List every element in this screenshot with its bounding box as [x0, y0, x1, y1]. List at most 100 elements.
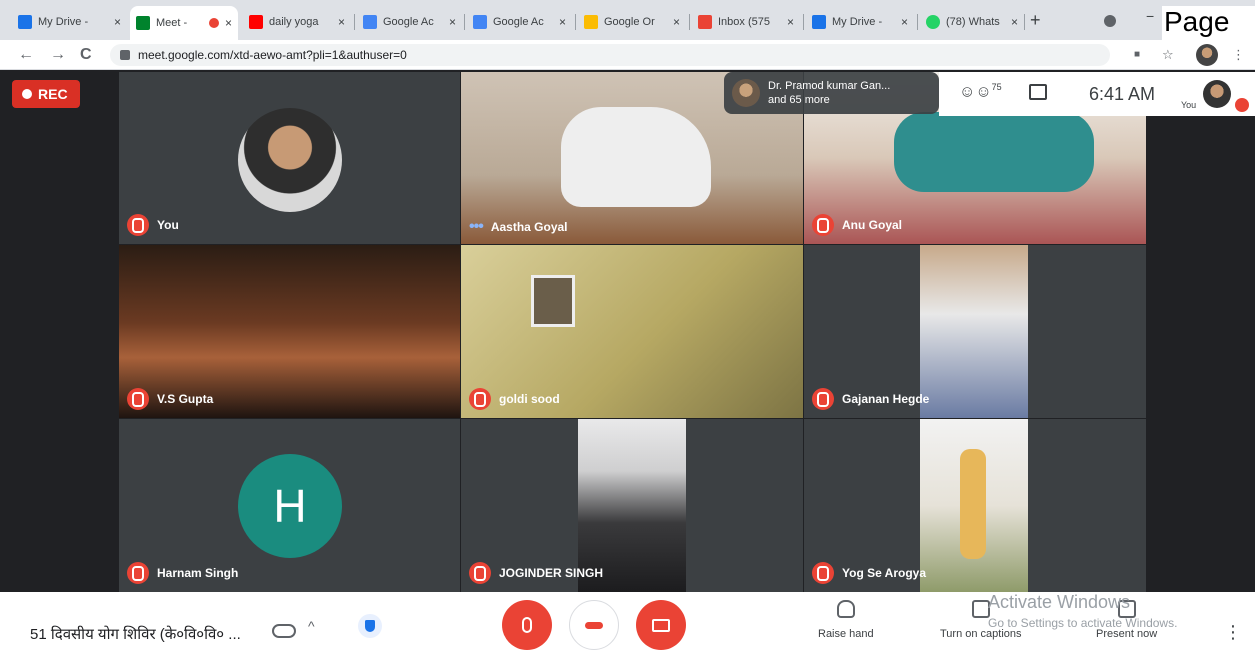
browser-tab-strip: My Drive - × Meet - × daily yoga × Googl… — [0, 0, 1255, 70]
tab-separator — [354, 14, 355, 30]
tab-meet[interactable]: Meet - × — [130, 6, 238, 40]
tab-separator — [689, 14, 690, 30]
tab-label: Inbox (575 — [718, 16, 770, 28]
close-icon[interactable]: × — [225, 16, 232, 30]
tab-separator — [464, 14, 465, 30]
meeting-clock: 6:41 AM — [1089, 84, 1156, 104]
close-icon[interactable]: × — [673, 15, 680, 29]
mic-off-icon — [127, 562, 149, 584]
close-icon[interactable]: × — [787, 15, 794, 29]
participant-name: V.S Gupta — [157, 392, 214, 406]
rec-label: REC — [38, 86, 68, 102]
others-count: and 65 more — [768, 94, 830, 106]
profile-avatar[interactable] — [1196, 44, 1218, 66]
url-field[interactable]: meet.google.com/xtd-aewo-amt?pli=1&authu… — [110, 44, 1110, 66]
hang-up-icon — [585, 621, 603, 629]
tab-google-or[interactable]: Google Or × — [578, 8, 686, 36]
recording-dot-icon — [208, 18, 219, 28]
more-options-icon[interactable]: ⋮ — [1224, 622, 1242, 643]
tile-name: Yog Se Arogya — [812, 562, 926, 584]
mic-off-icon — [812, 562, 834, 584]
speaker-summary-text: Dr. Pramod kumar Gan... and 65 more — [768, 79, 890, 107]
tab-my-drive[interactable]: My Drive - × — [12, 8, 127, 36]
camera-toggle-button[interactable] — [636, 600, 686, 650]
google-ads-icon — [584, 15, 598, 29]
tab-label: My Drive - — [38, 16, 89, 28]
raise-hand-button[interactable]: Raise hand — [818, 600, 874, 640]
tile-name: Harnam Singh — [127, 562, 238, 584]
meet-icon — [136, 16, 150, 30]
browser-menu-icon[interactable]: ⋮ — [1232, 47, 1245, 63]
record-dot-icon — [22, 89, 32, 99]
participant-name: Aastha Goyal — [490, 220, 568, 234]
participant-tile-gajanan[interactable]: Gajanan Hegde — [804, 245, 1146, 418]
google-icon — [473, 15, 487, 29]
microphone-toggle-button[interactable] — [502, 600, 552, 650]
people-button[interactable]: ☺☺75 — [959, 82, 1002, 101]
tab-label: Google Or — [604, 16, 655, 28]
forward-icon[interactable]: → — [50, 46, 66, 64]
wall-frame — [531, 275, 575, 327]
tab-whatsapp[interactable]: (78) Whats × — [920, 8, 1024, 36]
self-view-avatar[interactable] — [1203, 80, 1231, 108]
participant-tile-you[interactable]: You — [119, 72, 460, 244]
close-icon[interactable]: × — [338, 15, 345, 29]
participant-tile-vs-gupta[interactable]: V.S Gupta — [119, 245, 460, 418]
link-icon[interactable] — [272, 624, 296, 638]
tile-name: ••• Aastha Goyal — [469, 218, 568, 236]
tab-separator — [917, 14, 918, 30]
tab-daily-yoga[interactable]: daily yoga × — [243, 8, 351, 36]
tile-name: V.S Gupta — [127, 388, 213, 410]
participant-name: You — [157, 218, 179, 232]
speaker-avatar — [732, 79, 760, 107]
leave-call-button[interactable] — [569, 600, 619, 650]
mic-off-icon — [127, 388, 149, 410]
close-icon[interactable]: × — [114, 15, 121, 29]
participant-tile-joginder[interactable]: JOGINDER SINGH — [461, 419, 803, 592]
new-tab-button[interactable]: + — [1030, 10, 1041, 31]
close-icon[interactable]: × — [559, 15, 566, 29]
raise-hand-label: Raise hand — [818, 628, 874, 640]
participant-tile-yog[interactable]: Yog Se Arogya — [804, 419, 1146, 592]
close-icon[interactable]: × — [901, 15, 908, 29]
tile-name: Gajanan Hegde — [812, 388, 929, 410]
extension-icon[interactable] — [1104, 15, 1116, 27]
reload-icon[interactable]: C — [80, 46, 92, 64]
host-controls-shield-icon[interactable] — [358, 614, 382, 638]
close-icon[interactable]: × — [1011, 15, 1018, 29]
speaker-name: Dr. Pramod kumar Gan... — [768, 80, 891, 92]
chat-icon[interactable] — [1029, 84, 1047, 100]
url-text: meet.google.com/xtd-aewo-amt?pli=1&authu… — [138, 48, 407, 62]
participant-tile-goldi[interactable]: goldi sood — [461, 245, 803, 418]
gmail-icon — [698, 15, 712, 29]
tab-label: My Drive - — [832, 16, 883, 28]
meeting-title[interactable]: 51 दिवसीय योग शिविर (के०वि०वि० ... — [30, 624, 241, 644]
youtube-icon — [249, 15, 263, 29]
participant-name: JOGINDER SINGH — [499, 566, 604, 580]
back-icon[interactable]: ← — [18, 46, 34, 64]
tab-label: Meet - — [156, 17, 188, 29]
tab-my-drive-2[interactable]: My Drive - × — [806, 8, 914, 36]
whatsapp-icon — [926, 15, 940, 29]
tab-inbox[interactable]: Inbox (575 × — [692, 8, 800, 36]
close-icon[interactable]: × — [449, 15, 456, 29]
participant-avatar-letter: H — [238, 454, 342, 558]
participant-name: Gajanan Hegde — [842, 392, 930, 406]
lock-icon — [120, 50, 130, 60]
chevron-up-icon[interactable]: ^ — [308, 618, 315, 634]
video-subject — [561, 107, 711, 207]
active-speakers-summary[interactable]: Dr. Pramod kumar Gan... and 65 more — [724, 72, 939, 114]
mic-off-icon — [469, 562, 491, 584]
participant-tile-harnam[interactable]: H Harnam Singh — [119, 419, 460, 592]
participant-name: goldi sood — [499, 392, 560, 406]
tab-google-ac-2[interactable]: Google Ac × — [467, 8, 572, 36]
minimize-icon[interactable]: − — [1146, 8, 1154, 24]
mic-off-icon — [127, 214, 149, 236]
tab-google-ac-1[interactable]: Google Ac × — [357, 8, 462, 36]
star-icon[interactable]: ☆ — [1162, 47, 1174, 63]
tab-separator — [1024, 14, 1025, 30]
camera-icon[interactable]: ■ — [1134, 49, 1140, 60]
camera-off-icon — [652, 618, 670, 632]
mic-off-icon — [812, 388, 834, 410]
tab-label: (78) Whats — [946, 16, 1000, 28]
